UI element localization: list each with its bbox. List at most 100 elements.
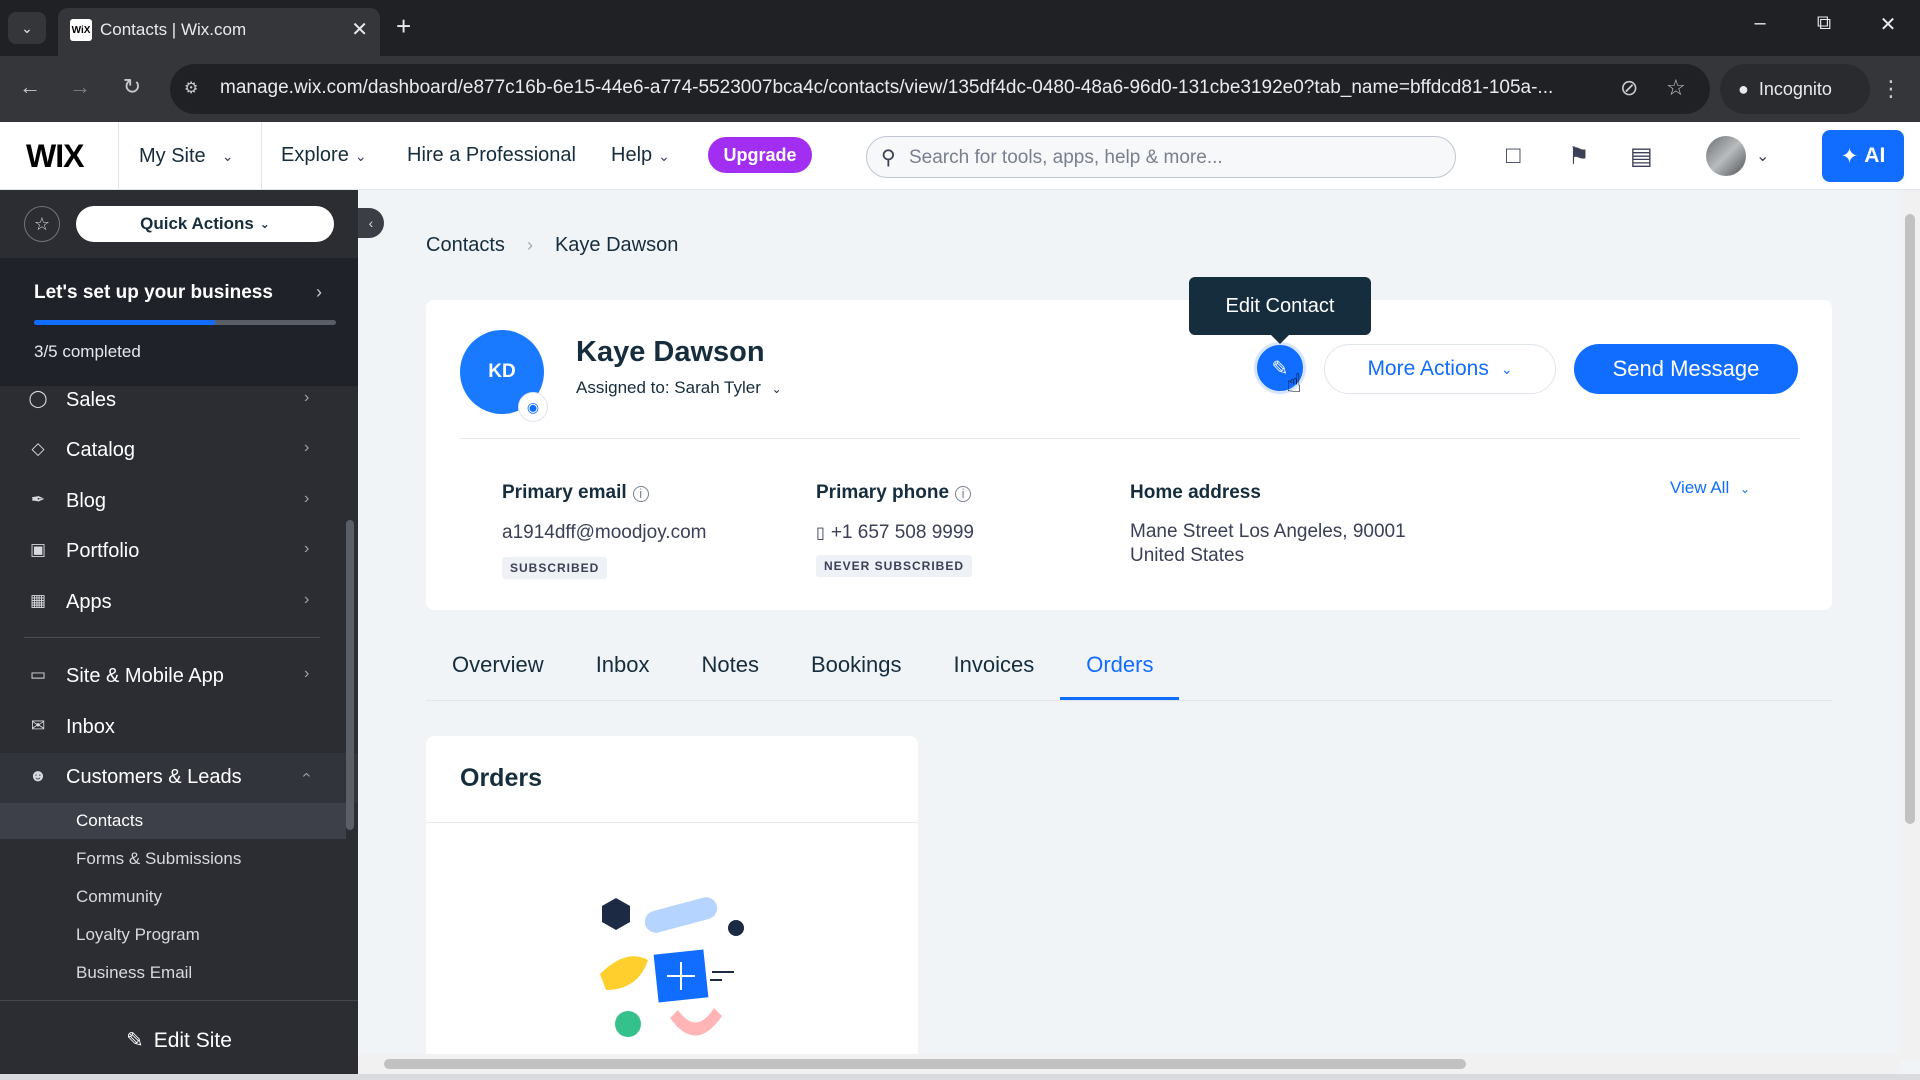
more-actions-button[interactable]: More Actions ⌄ xyxy=(1324,344,1556,394)
explore-menu[interactable]: Explore ⌄ xyxy=(281,144,367,167)
star-icon[interactable]: ☆ xyxy=(24,206,60,242)
edit-site-label: Edit Site xyxy=(153,1028,232,1052)
sidebar-item-label: Site & Mobile App xyxy=(66,665,224,687)
sidebar-item-site-mobile-app[interactable]: ▭ Site & Mobile App › xyxy=(0,652,358,702)
minimize-icon[interactable]: – xyxy=(1740,12,1780,35)
sidebar-item-blog[interactable]: ✒ Blog › xyxy=(0,477,358,527)
wix-top-bar: WIX My Site ⌄ Explore ⌄ Hire a Profession… xyxy=(0,122,1920,190)
incognito-indicator[interactable]: ● Incognito xyxy=(1720,64,1870,114)
sidebar-subitem-business-email[interactable]: Business Email xyxy=(0,955,346,991)
card-divider xyxy=(460,438,1800,439)
breadcrumb-contacts[interactable]: Contacts xyxy=(426,234,505,257)
url-text[interactable]: manage.wix.com/dashboard/e877c16b-6e15-4… xyxy=(220,77,1580,99)
help-menu[interactable]: Help ⌄ xyxy=(611,144,670,167)
chevron-right-icon: › xyxy=(304,439,310,456)
subitem-label: Forms & Submissions xyxy=(76,849,242,868)
edit-contact-tooltip: Edit Contact xyxy=(1189,277,1371,344)
sidebar-item-portfolio[interactable]: ▣ Portfolio › xyxy=(0,527,358,577)
subitem-label: Loyalty Program xyxy=(76,925,200,944)
sidebar-item-label: Blog xyxy=(66,490,107,512)
wix-logo[interactable]: WIX xyxy=(26,138,84,175)
reload-icon[interactable]: ↻ xyxy=(114,74,150,100)
subitem-label: Business Email xyxy=(76,963,193,982)
sidebar-subitem-community[interactable]: Community xyxy=(0,879,346,915)
address-bar[interactable]: ⚙ manage.wix.com/dashboard/e877c16b-6e15… xyxy=(170,64,1710,114)
chevron-down-icon[interactable]: ⌄ xyxy=(1756,146,1769,166)
subitem-label: Community xyxy=(76,887,162,906)
tab-overview[interactable]: Overview xyxy=(426,644,570,700)
sidebar-subitem-contacts[interactable]: Contacts xyxy=(0,803,346,839)
tab-notes[interactable]: Notes xyxy=(676,644,785,700)
sidebar-item-apps[interactable]: ▦ Apps › xyxy=(0,578,358,628)
hand-cursor-icon: ☝ xyxy=(1286,368,1302,398)
tab-invoices[interactable]: Invoices xyxy=(928,644,1061,700)
quick-actions-button[interactable]: Quick Actions ⌄ xyxy=(76,206,334,242)
restore-icon[interactable]: ⧉ xyxy=(1804,12,1844,35)
chevron-right-icon: › xyxy=(304,490,310,507)
sidebar-subitem-loyalty[interactable]: Loyalty Program xyxy=(0,917,346,953)
chevron-right-icon: › xyxy=(304,665,310,682)
portfolio-icon: ▣ xyxy=(29,540,47,559)
browser-menu-icon[interactable]: ⋮ xyxy=(1880,76,1902,102)
main-content: Contacts › Kaye Dawson KD ◉ Kaye Dawson … xyxy=(358,190,1920,1080)
wix-favicon-icon: WiX xyxy=(70,19,92,41)
send-message-button[interactable]: Send Message xyxy=(1574,344,1798,394)
sidebar-item-label: Customers & Leads xyxy=(66,766,242,788)
quick-actions-label: Quick Actions xyxy=(140,214,254,233)
sparkle-icon: ✦ xyxy=(1840,144,1859,168)
news-icon[interactable]: ▤ xyxy=(1630,142,1653,171)
window-close-icon[interactable]: ✕ xyxy=(1868,12,1908,37)
horizontal-scroll-thumb[interactable] xyxy=(384,1059,1466,1069)
browser-tab-bar: ⌄ WiX Contacts | Wix.com ✕ + – ⧉ ✕ xyxy=(0,0,1920,56)
eye-off-icon[interactable]: ⊘ xyxy=(1620,75,1638,101)
browser-tab[interactable]: WiX Contacts | Wix.com ✕ xyxy=(58,8,380,56)
info-icon[interactable]: i xyxy=(632,485,649,502)
sidebar-scrollbar[interactable] xyxy=(346,520,354,830)
tab-inbox[interactable]: Inbox xyxy=(570,644,676,700)
tab-list-chevron-icon[interactable]: ⌄ xyxy=(8,12,46,44)
ai-assistant-button[interactable]: ✦ AI xyxy=(1822,130,1904,182)
primary-email-value[interactable]: a1914dff@moodjoy.com xyxy=(502,522,706,544)
bookmark-star-icon[interactable]: ☆ xyxy=(1666,75,1686,101)
tab-bookings[interactable]: Bookings xyxy=(785,644,928,700)
edit-site-button[interactable]: ✎ Edit Site xyxy=(0,1000,358,1080)
new-tab-plus-icon[interactable]: + xyxy=(396,12,411,40)
search-icon: ⚲ xyxy=(881,147,896,169)
phone-icon: ▯ xyxy=(816,525,825,542)
primary-phone-value[interactable]: ▯ +1 657 508 9999 xyxy=(816,522,974,544)
my-site-dropdown[interactable]: My Site ⌄ xyxy=(118,122,262,190)
back-arrow-icon[interactable]: ← xyxy=(12,74,48,100)
vertical-scroll-thumb[interactable] xyxy=(1905,214,1915,824)
account-avatar[interactable] xyxy=(1706,136,1746,176)
info-icon[interactable]: i xyxy=(955,485,972,502)
sidebar-item-customers-leads[interactable]: ☻ Customers & Leads › xyxy=(0,753,358,803)
search-placeholder: Search for tools, apps, help & more... xyxy=(909,147,1223,168)
tab-close-icon[interactable]: ✕ xyxy=(351,17,368,42)
hire-professional-link[interactable]: Hire a Professional xyxy=(407,144,576,167)
primary-phone-label: Primary phone i xyxy=(816,482,972,504)
tab-title: Contacts | Wix.com xyxy=(100,20,247,39)
catalog-icon: ◇ xyxy=(31,439,45,458)
incognito-icon: ● xyxy=(1738,78,1749,99)
horizontal-scrollbar[interactable] xyxy=(358,1054,1900,1074)
sidebar-subitem-forms[interactable]: Forms & Submissions xyxy=(0,841,346,877)
upgrade-button[interactable]: Upgrade xyxy=(708,137,812,173)
assigned-to-dropdown[interactable]: Assigned to: Sarah Tyler ⌄ xyxy=(576,378,782,398)
sidebar-item-catalog[interactable]: ◇ Catalog › xyxy=(0,426,358,476)
camera-icon[interactable]: ◉ xyxy=(518,392,548,422)
sidebar-item-inbox[interactable]: ✉ Inbox xyxy=(0,703,358,753)
vertical-scrollbar[interactable] xyxy=(1900,190,1920,1060)
site-mobile-icon: ▭ xyxy=(29,665,47,684)
more-actions-label: More Actions xyxy=(1367,357,1489,380)
notifications-bell-icon[interactable]: ⚑ xyxy=(1568,142,1590,171)
tab-orders[interactable]: Orders xyxy=(1060,644,1180,700)
site-settings-icon[interactable]: ⚙ xyxy=(184,78,198,98)
setup-business-panel[interactable]: Let's set up your business › 3/5 complet… xyxy=(0,258,358,386)
chat-icon[interactable]: □ xyxy=(1506,142,1521,170)
chevron-right-icon: › xyxy=(304,591,310,608)
view-all-link[interactable]: View All ⌄ xyxy=(1670,478,1750,498)
blog-icon: ✒ xyxy=(30,490,46,509)
search-input[interactable]: ⚲ Search for tools, apps, help & more... xyxy=(866,136,1456,178)
contact-name: Kaye Dawson xyxy=(576,336,765,368)
forward-arrow-icon[interactable]: → xyxy=(62,74,98,100)
